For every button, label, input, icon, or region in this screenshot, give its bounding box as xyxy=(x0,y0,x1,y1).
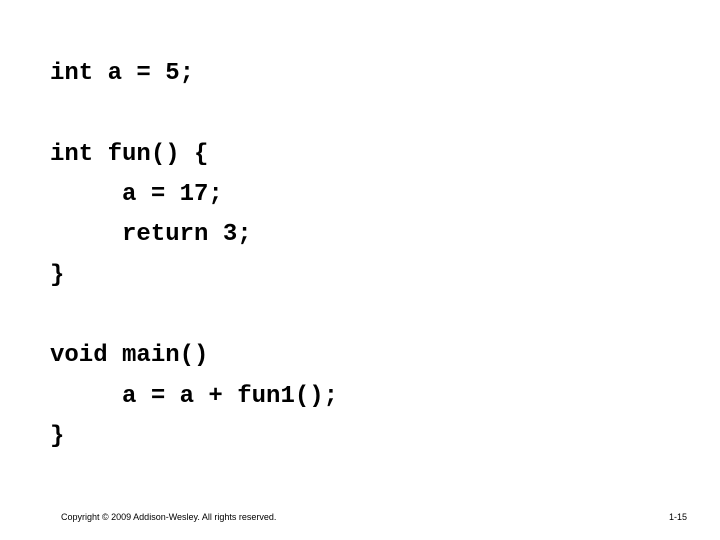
slide: int a = 5; int fun() { a = 17; return 3;… xyxy=(0,0,720,540)
copyright-footer: Copyright © 2009 Addison-Wesley. All rig… xyxy=(61,512,277,522)
page-number: 1-15 xyxy=(669,512,688,522)
code-line-global-declaration: int a = 5; xyxy=(50,60,195,87)
code-line-main-close-brace: } xyxy=(50,423,65,450)
code-line-fun-assignment: a = 17; xyxy=(50,181,223,208)
code-line-fun-close-brace: } xyxy=(50,262,65,289)
code-line-main-assignment: a = a + fun1(); xyxy=(50,383,339,410)
code-line-fun-return: return 3; xyxy=(50,221,252,248)
code-line-fun-signature: int fun() { xyxy=(50,141,209,168)
code-line-main-signature: void main() xyxy=(50,342,209,369)
